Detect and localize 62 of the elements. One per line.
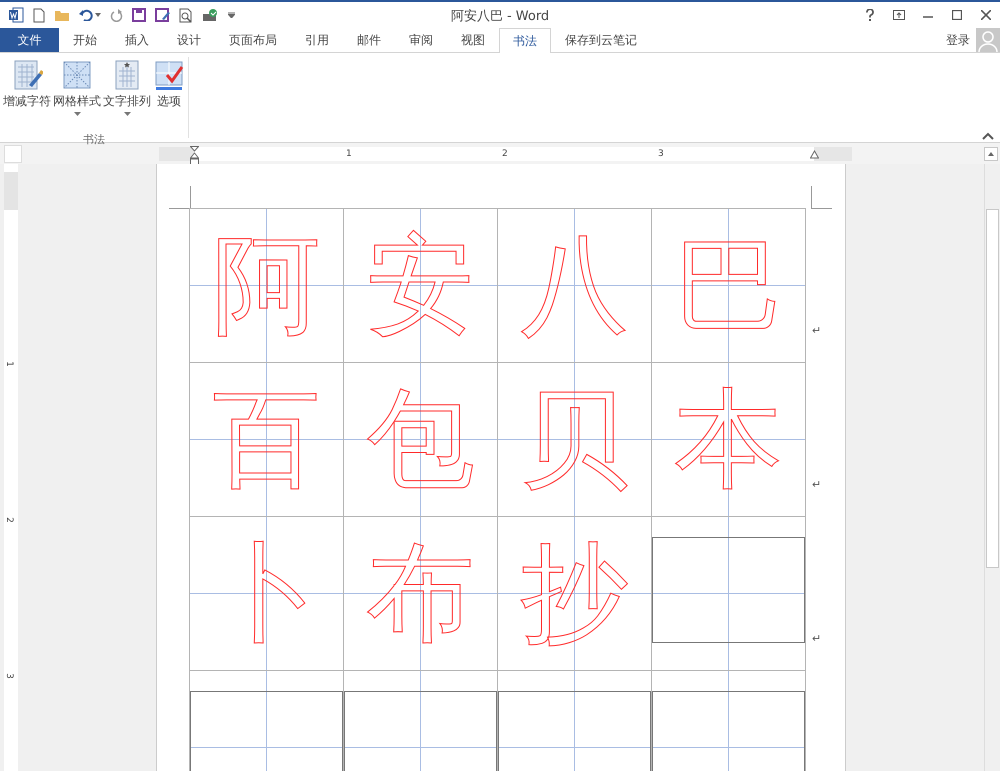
outlined-character: 八 (520, 232, 628, 340)
file-tab[interactable]: 文件 (0, 28, 59, 52)
ruler-number: 2 (4, 517, 14, 523)
ribbon-tab[interactable]: 引用 (291, 28, 343, 52)
ribbon-button[interactable]: 网格样式 (52, 57, 102, 119)
ribbon-tab[interactable]: 设计 (163, 28, 215, 52)
outlined-character: 卜 (212, 540, 320, 648)
save-as-icon[interactable] (155, 8, 170, 22)
print-preview-icon[interactable] (179, 8, 193, 22)
customize-toolbar-icon[interactable] (228, 12, 235, 18)
outlined-character: 百 (212, 386, 320, 494)
ribbon-display-icon[interactable] (892, 10, 904, 20)
window-title: 阿安八巴 - Word (450, 9, 550, 24)
help-icon[interactable] (866, 9, 874, 21)
ribbon-tab[interactable]: 邮件 (343, 28, 395, 52)
checkmark-grid-icon[interactable] (153, 59, 185, 91)
outlined-character: 安 (366, 232, 474, 340)
sign-in-link[interactable]: 登录 (946, 32, 970, 48)
ruler-number: 3 (4, 673, 14, 679)
close-icon[interactable] (980, 10, 990, 20)
ruler-number: 1 (4, 361, 14, 367)
ribbon-tab[interactable]: 开始 (59, 28, 111, 52)
redo-icon[interactable] (110, 8, 123, 22)
vertical-ruler[interactable]: 1 2 3 (4, 164, 18, 771)
collapse-ribbon-icon[interactable] (982, 132, 994, 140)
outlined-character: 阿 (212, 232, 320, 340)
paragraph-mark: ↵ (812, 632, 822, 645)
caret-icon[interactable] (95, 13, 101, 17)
outlined-character: 巴 (674, 232, 782, 340)
word-logo-icon[interactable] (8, 7, 24, 23)
scrollbar-thumb[interactable] (986, 209, 999, 568)
caret-icon[interactable] (74, 112, 80, 116)
ruler-number: 3 (658, 148, 664, 160)
undo-icon[interactable] (79, 9, 93, 21)
grid-sheet-icon[interactable] (61, 59, 93, 91)
ribbon-button[interactable]: 增减字符 (2, 57, 52, 119)
right-indent-icon[interactable] (810, 150, 819, 158)
ribbon-tab[interactable]: 审阅 (395, 28, 447, 52)
save-icon[interactable] (132, 8, 146, 22)
outlined-character: 包 (366, 386, 474, 494)
ribbon-tab[interactable]: 书法 (499, 28, 551, 53)
ribbon-tab[interactable]: 保存到云笔记 (551, 28, 651, 52)
caret-icon[interactable] (124, 112, 130, 116)
group-label: 书法 (82, 132, 106, 147)
ribbon-tab[interactable]: 视图 (447, 28, 499, 52)
ribbon-button[interactable]: 文字排列 (102, 57, 152, 119)
paragraph-mark: ↵ (812, 324, 822, 337)
outlined-character: 布 (366, 540, 474, 648)
ribbon-tab[interactable]: 页面布局 (215, 28, 291, 52)
ribbon-tab[interactable]: 插入 (111, 28, 163, 52)
maximize-icon[interactable] (952, 10, 962, 20)
ruler-number: 2 (502, 148, 508, 160)
paragraph-mark: ↵ (812, 478, 822, 491)
outlined-character: 本 (674, 386, 782, 494)
vertical-scrollbar[interactable] (984, 164, 1000, 771)
ruler-margin (4, 172, 18, 210)
printer-check-icon[interactable] (202, 8, 219, 22)
ribbon-button[interactable]: 选项 (152, 57, 186, 119)
ruler-number: 1 (346, 148, 352, 160)
outlined-character: 抄 (520, 540, 628, 648)
outlined-character: 贝 (520, 386, 628, 494)
new-document-icon[interactable] (33, 8, 45, 22)
